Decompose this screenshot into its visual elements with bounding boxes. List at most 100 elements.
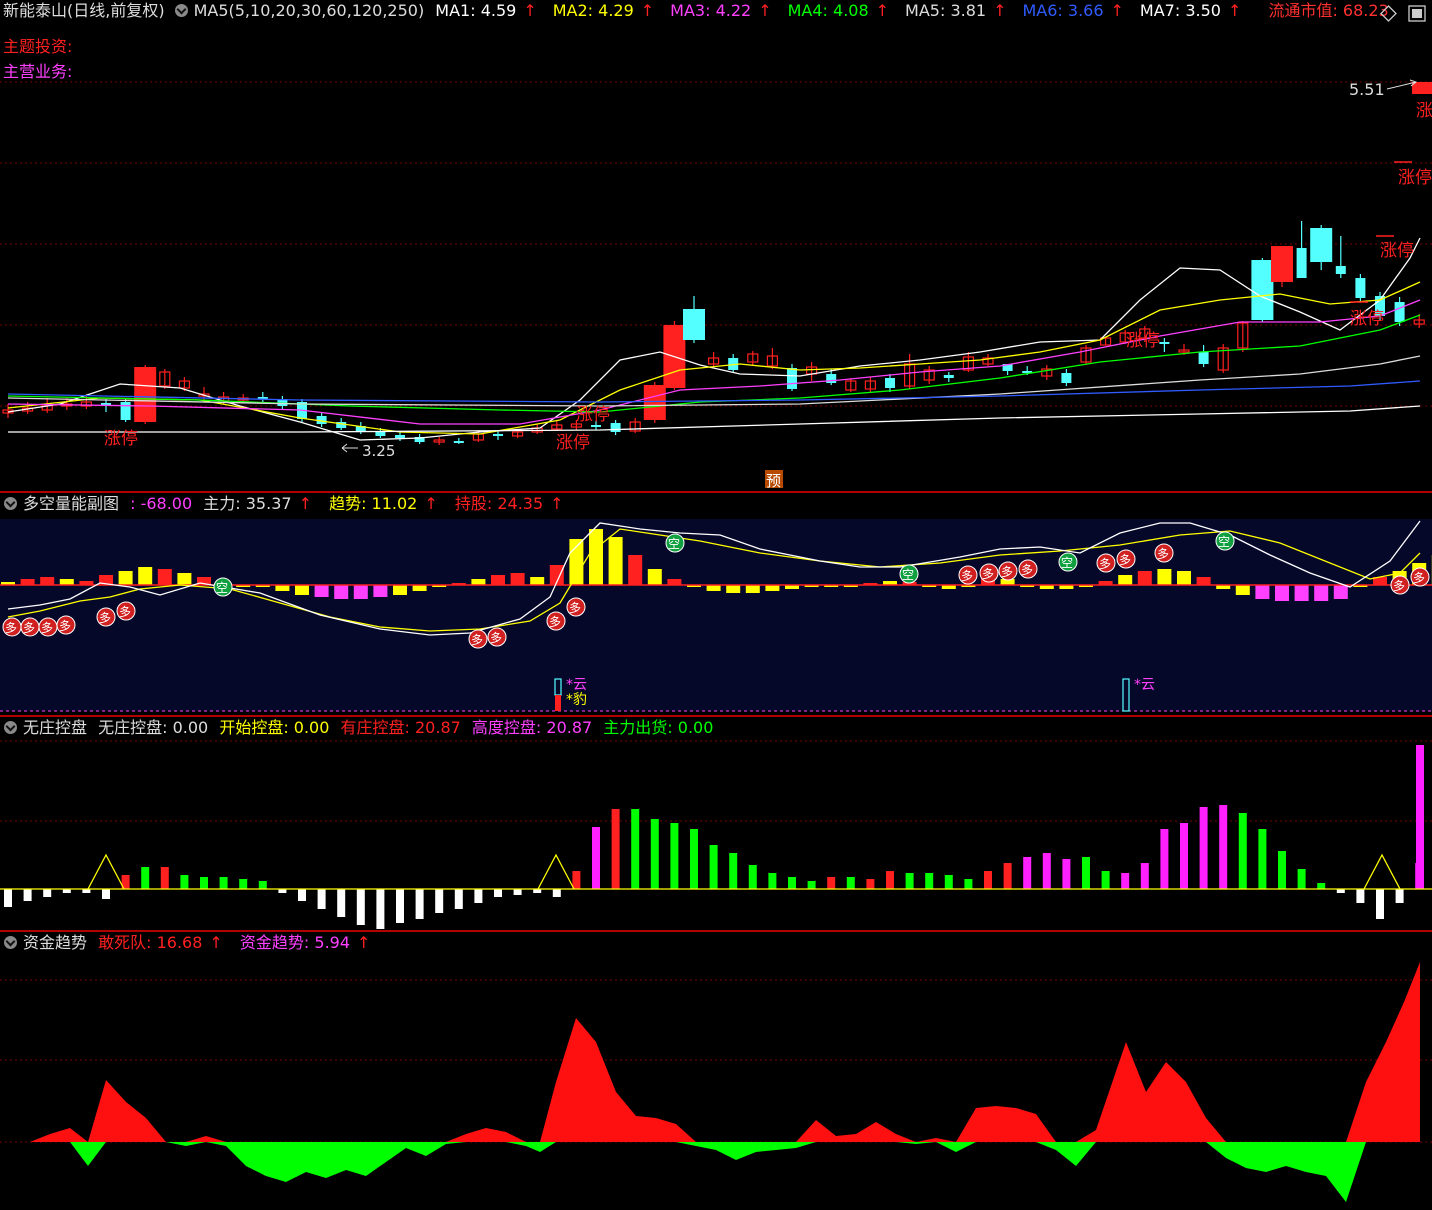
sub1-histogram-bar bbox=[1314, 585, 1329, 601]
up-arrow-icon: ↑ bbox=[1110, 1, 1124, 20]
candlestick-chart[interactable]: 涨停 涨停涨停涨停涨停涨停涨停涨5.513.25预 bbox=[0, 0, 1432, 492]
sub2-bar bbox=[925, 873, 934, 889]
sub2-bar bbox=[1199, 807, 1208, 889]
sub2-bar bbox=[454, 889, 463, 909]
kong-label: 空 bbox=[1061, 556, 1073, 570]
duo-label: 多 bbox=[569, 601, 581, 615]
duo-label: 多 bbox=[1021, 563, 1033, 577]
limit-up-label: 涨 bbox=[1416, 101, 1432, 121]
candle-body bbox=[1251, 260, 1274, 320]
duokong-chart[interactable]: 多多多多多 多多 多多多多多多多多多多多多空空空空空*云*豹*云 bbox=[0, 493, 1432, 716]
sub-chart-duokong[interactable]: 多空量能副图 : -68.00 主力: 35.37 ↑ 趋势: 11.02 ↑ 持股… bbox=[0, 493, 1432, 716]
sub2-bar bbox=[611, 809, 620, 889]
sub1-histogram-bar bbox=[393, 585, 407, 595]
sub2-bar bbox=[1180, 823, 1188, 889]
sub1-histogram-bar bbox=[706, 585, 721, 591]
sub2-header: 无庄控盘 无庄控盘: 0.00 开始控盘: 0.00 有庄控盘: 20.87 高… bbox=[0, 717, 1432, 739]
sub1-histogram-bar bbox=[1294, 585, 1309, 601]
ma-value-5: MA5: 3.81 ↑ bbox=[905, 1, 1012, 20]
sub2-bar bbox=[670, 823, 679, 889]
sub-chart-kongpan[interactable]: 无庄控盘 无庄控盘: 0.00 开始控盘: 0.00 有庄控盘: 20.87 高… bbox=[0, 717, 1432, 931]
ma-value-text: MA7: 3.50 bbox=[1139, 1, 1221, 20]
up-arrow-icon: ↑ bbox=[640, 1, 655, 20]
ma-value-6: MA6: 3.66 ↑ bbox=[1022, 1, 1129, 20]
ma-value-1: MA1: 4.59 ↑ bbox=[435, 1, 542, 20]
candle-body bbox=[134, 367, 157, 422]
sub2-signal bbox=[1363, 853, 1401, 890]
sub1-histogram-bar bbox=[1157, 569, 1172, 585]
sub2-bar bbox=[1356, 889, 1365, 903]
bao-marker-box bbox=[555, 695, 561, 711]
chevron-down-icon[interactable] bbox=[4, 936, 17, 949]
sub2-bar bbox=[1003, 863, 1012, 889]
limit-up-label: 涨停 bbox=[576, 405, 610, 425]
sub1-histogram-bar bbox=[745, 585, 760, 593]
sub2-bar bbox=[1238, 813, 1247, 889]
sub2-value-4: 高度控盘: 20.87 bbox=[471, 718, 593, 737]
sub1-hold: 持股: 24.35 ↑ bbox=[455, 494, 570, 513]
limit-up-label: 涨停 bbox=[1350, 309, 1384, 329]
candle-body bbox=[1310, 228, 1333, 262]
up-arrow-icon: ↑ bbox=[550, 494, 564, 513]
sub2-bar bbox=[23, 889, 32, 901]
sub2-bar bbox=[396, 889, 404, 923]
chevron-down-icon[interactable] bbox=[4, 721, 17, 734]
sub2-value-3: 有庄控盘: 20.87 bbox=[340, 718, 461, 737]
diamond-icon[interactable] bbox=[1380, 5, 1397, 22]
sub2-bar bbox=[1219, 805, 1228, 889]
sub1-histogram-bar bbox=[510, 573, 525, 585]
up-arrow-icon: ↑ bbox=[298, 494, 312, 513]
low-price-label: 3.25 bbox=[362, 442, 395, 460]
candle-body bbox=[1159, 342, 1170, 344]
ma-params: MA5(5,10,20,30,60,120,250) bbox=[193, 1, 425, 20]
candle-body bbox=[943, 375, 954, 378]
sub1-main-force: 主力: 35.37 ↑ bbox=[203, 494, 318, 513]
sub1-trend-text: 趋势: 11.02 bbox=[329, 494, 418, 513]
candle-body bbox=[610, 423, 621, 432]
chevron-down-icon[interactable] bbox=[174, 4, 188, 17]
sub3-title: 资金趋势 bbox=[23, 933, 88, 952]
duo-label: 多 bbox=[1001, 565, 1013, 579]
duo-label: 多 bbox=[119, 605, 131, 619]
window-icon[interactable] bbox=[1408, 5, 1426, 22]
yun-label: *云 bbox=[1134, 677, 1155, 693]
up-arrow-icon: ↑ bbox=[993, 1, 1007, 20]
limit-up-label: 涨停 bbox=[1398, 168, 1432, 188]
sub1-histogram-bar bbox=[647, 569, 662, 585]
candle-body bbox=[1198, 352, 1209, 364]
candle-body bbox=[683, 309, 705, 340]
sub-chart-capital[interactable]: 资金趋势 敢死队: 16.68 ↑ 资金趋势: 5.94 ↑ bbox=[0, 932, 1432, 1210]
arrow-icon bbox=[341, 443, 358, 453]
capital-trend-chart[interactable] bbox=[0, 932, 1432, 1210]
sub2-value-5: 主力出货: 0.00 bbox=[603, 718, 714, 737]
up-arrow-icon: ↑ bbox=[875, 1, 890, 20]
sub2-bar bbox=[219, 877, 228, 889]
stock-title: 新能泰山(日线,前复权) bbox=[3, 1, 165, 20]
up-arrow-icon: ↑ bbox=[523, 1, 537, 20]
candle-body bbox=[643, 385, 666, 420]
sub1-histogram-bar bbox=[157, 569, 172, 585]
sub1-histogram-bar bbox=[1255, 585, 1270, 599]
sub1-histogram-bar bbox=[118, 571, 133, 585]
up-arrow-icon: ↑ bbox=[1227, 1, 1242, 20]
sub2-bar bbox=[435, 889, 444, 913]
duo-label: 多 bbox=[99, 611, 111, 625]
sub1-histogram-bar bbox=[334, 585, 349, 599]
last-price-marker bbox=[1412, 82, 1432, 94]
sub2-value-1: 无庄控盘: 0.00 bbox=[98, 718, 209, 737]
main-chart-pane[interactable]: 新能泰山(日线,前复权) MA5(5,10,20,30,60,120,250) M… bbox=[0, 0, 1432, 492]
ma-line-6 bbox=[7, 380, 1421, 403]
sub1-histogram-bar bbox=[295, 585, 309, 595]
sub1-hold-text: 持股: 24.35 bbox=[454, 494, 544, 513]
kong-label: 空 bbox=[1218, 535, 1230, 549]
sub2-bar bbox=[690, 829, 698, 889]
sub1-header: 多空量能副图 : -68.00 主力: 35.37 ↑ 趋势: 11.02 ↑ 持股… bbox=[0, 493, 1432, 515]
candle-body bbox=[826, 374, 837, 383]
sub2-bar bbox=[200, 877, 208, 889]
duo-label: 多 bbox=[1099, 557, 1111, 571]
kongpan-chart[interactable] bbox=[0, 717, 1432, 931]
sub2-bar bbox=[1023, 857, 1032, 889]
chevron-down-icon[interactable] bbox=[4, 497, 17, 510]
sub1-histogram-bar bbox=[471, 579, 486, 585]
sub1-histogram-bar bbox=[138, 567, 153, 585]
